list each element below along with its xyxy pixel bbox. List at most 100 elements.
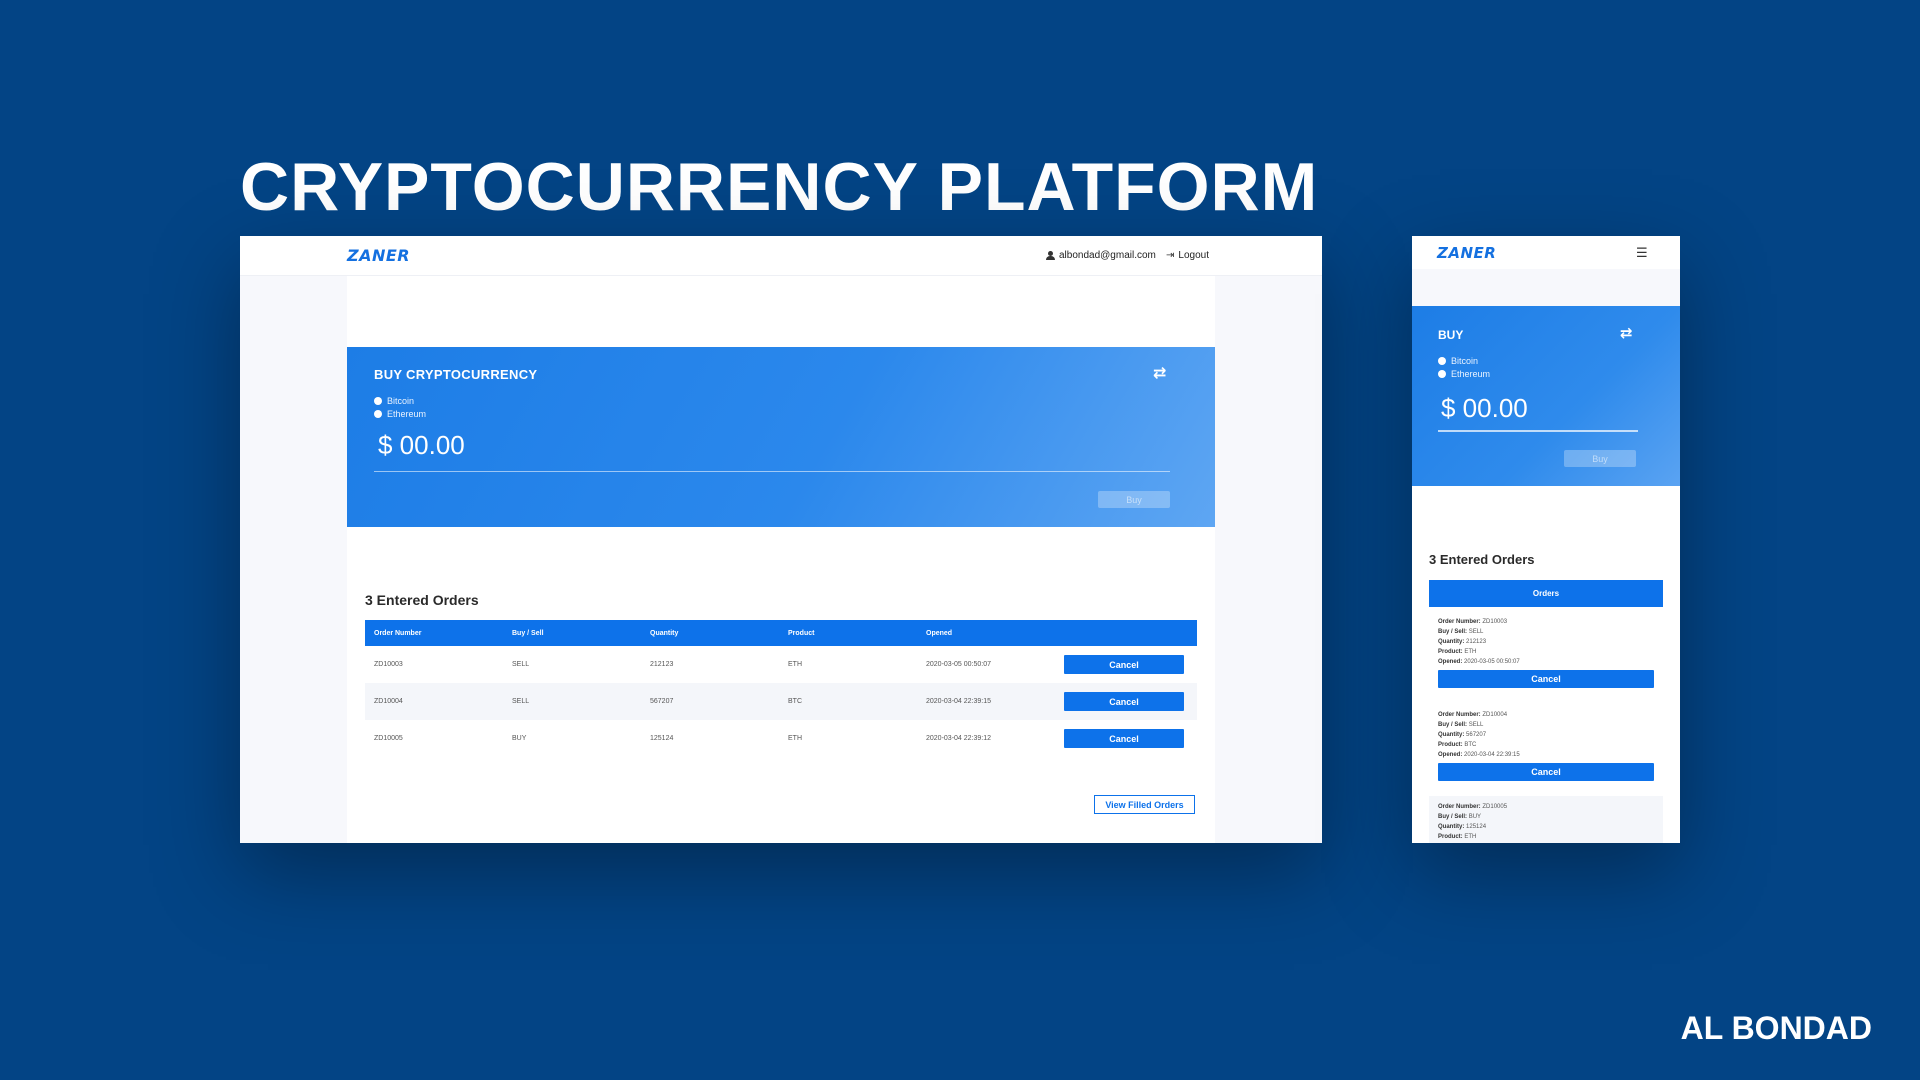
radio-label: Ethereum: [387, 409, 427, 419]
radio-circle-icon: [374, 397, 382, 405]
radio-circle-icon: [1438, 370, 1446, 378]
radio-label: Bitcoin: [387, 396, 415, 406]
order-card: Order Number: ZD10004 Buy / Sell: SELL Q…: [1429, 704, 1663, 796]
desktop-mockup: ZANER albondad@gmail.com ⇥ Logout BUY CR…: [240, 236, 1322, 843]
cancel-order-button[interactable]: Cancel: [1064, 692, 1184, 711]
cancel-order-button[interactable]: Cancel: [1064, 655, 1184, 674]
amount-underline: [374, 471, 1170, 472]
radio-circle-icon: [374, 410, 382, 418]
buy-panel-title: BUY CRYPTOCURRENCY: [374, 367, 538, 382]
buy-panel-title: BUY: [1438, 328, 1464, 342]
swap-arrows-icon[interactable]: ⇄: [1153, 363, 1166, 383]
order-product: ETH: [788, 661, 802, 668]
user-account[interactable]: albondad@gmail.com: [1046, 250, 1156, 261]
radio-label: Bitcoin: [1451, 356, 1479, 366]
orders-table: Order Number Buy / Sell Quantity Product…: [365, 620, 1197, 757]
mobile-mockup: ZANER ☰ BUY ⇄ Bitcoin Ethereum $ 00.00 B…: [1412, 236, 1680, 843]
column-header: Order Number: [374, 629, 422, 637]
order-opened: 2020-03-04 22:39:15: [926, 698, 991, 705]
field-label: Product:: [1438, 834, 1463, 840]
field-label: Buy / Sell:: [1438, 629, 1468, 635]
order-quantity: 212123: [650, 661, 674, 668]
order-side: BUY: [1468, 814, 1482, 820]
amount-input[interactable]: $ 00.00: [1441, 393, 1528, 424]
table-row: ZD10005 BUY 125124 ETH 2020-03-04 22:39:…: [365, 720, 1197, 757]
radio-ethereum[interactable]: Ethereum: [1438, 369, 1490, 379]
logout-icon: ⇥: [1166, 250, 1175, 261]
column-header: Product: [788, 629, 815, 637]
field-label: Buy / Sell:: [1438, 722, 1468, 728]
field-label: Quantity:: [1438, 639, 1465, 645]
order-number: ZD10005: [374, 735, 403, 742]
order-opened: 2020-03-04 22:39:15: [1464, 752, 1520, 758]
order-opened: 2020-03-05 00:50:07: [1464, 659, 1520, 665]
order-number: ZD10003: [1482, 619, 1508, 625]
order-side: SELL: [1468, 722, 1484, 728]
cancel-order-button[interactable]: Cancel: [1438, 670, 1654, 688]
orders-heading: 3 Entered Orders: [1429, 552, 1535, 567]
swap-arrows-icon[interactable]: ⇄: [1620, 324, 1633, 342]
orders-heading: 3 Entered Orders: [365, 592, 479, 608]
logout-link[interactable]: ⇥ Logout: [1166, 250, 1209, 261]
logout-label: Logout: [1178, 250, 1209, 261]
column-header: Buy / Sell: [512, 629, 544, 637]
radio-bitcoin[interactable]: Bitcoin: [374, 396, 414, 406]
order-number: ZD10005: [1482, 804, 1508, 810]
order-quantity: 567207: [650, 698, 674, 705]
order-opened: 2020-03-04 22:39:12: [926, 735, 991, 742]
field-label: Opened:: [1438, 659, 1463, 665]
field-label: Order Number:: [1438, 712, 1481, 718]
user-email: albondad@gmail.com: [1059, 250, 1156, 261]
order-side: SELL: [1468, 629, 1484, 635]
field-label: Quantity:: [1438, 732, 1465, 738]
mobile-navbar: ZANER ☰: [1412, 236, 1680, 269]
order-product: ETH: [1464, 834, 1477, 840]
radio-circle-icon: [1438, 357, 1446, 365]
field-label: Order Number:: [1438, 804, 1481, 810]
field-label: Order Number:: [1438, 619, 1481, 625]
buy-crypto-panel: BUY ⇄ Bitcoin Ethereum $ 00.00 Buy: [1412, 306, 1680, 486]
author-credit: AL BONDAD: [1680, 1010, 1872, 1046]
amount-underline: [1438, 430, 1638, 432]
user-icon: [1046, 251, 1055, 260]
field-label: Opened:: [1438, 752, 1463, 758]
order-side: SELL: [512, 698, 530, 705]
order-number: ZD10004: [374, 698, 403, 705]
hero-title: CRYPTOCURRENCY PLATFORM: [240, 149, 1319, 225]
radio-label: Ethereum: [1451, 369, 1491, 379]
cancel-order-button[interactable]: Cancel: [1438, 763, 1654, 781]
order-product: BTC: [788, 698, 802, 705]
buy-button[interactable]: Buy: [1564, 450, 1636, 467]
cancel-order-button[interactable]: Cancel: [1064, 729, 1184, 748]
field-label: Product:: [1438, 649, 1463, 655]
table-row: ZD10004 SELL 567207 BTC 2020-03-04 22:39…: [365, 683, 1197, 720]
view-filled-orders-button[interactable]: View Filled Orders: [1094, 795, 1195, 814]
hamburger-icon[interactable]: ☰: [1636, 245, 1648, 261]
field-label: Buy / Sell:: [1438, 814, 1468, 820]
order-quantity: 212123: [1466, 639, 1487, 645]
order-number: ZD10003: [374, 661, 403, 668]
order-number: ZD10004: [1482, 712, 1508, 718]
order-side: BUY: [512, 735, 527, 742]
order-product: BTC: [1464, 742, 1477, 748]
desktop-navbar: ZANER albondad@gmail.com ⇥ Logout: [240, 236, 1322, 276]
order-product: ETH: [1464, 649, 1477, 655]
order-side: SELL: [512, 661, 530, 668]
logo[interactable]: ZANER: [347, 246, 410, 265]
order-opened: 2020-03-05 00:50:07: [926, 661, 991, 668]
radio-bitcoin[interactable]: Bitcoin: [1438, 356, 1478, 366]
field-label: Product:: [1438, 742, 1463, 748]
column-header: Opened: [926, 629, 953, 637]
order-product: ETH: [788, 735, 802, 742]
column-header: Quantity: [650, 629, 679, 637]
order-card: Order Number: ZD10005 Buy / Sell: BUY Qu…: [1429, 796, 1663, 843]
field-label: Quantity:: [1438, 824, 1465, 830]
amount-input[interactable]: $ 00.00: [378, 430, 465, 461]
orders-header-bar: Orders: [1429, 580, 1663, 607]
radio-ethereum[interactable]: Ethereum: [374, 409, 426, 419]
order-quantity: 567207: [1466, 732, 1487, 738]
buy-button[interactable]: Buy: [1098, 491, 1170, 508]
logo[interactable]: ZANER: [1437, 244, 1496, 262]
buy-crypto-panel: BUY CRYPTOCURRENCY ⇄ Bitcoin Ethereum $ …: [347, 347, 1215, 527]
table-header: Order Number Buy / Sell Quantity Product…: [365, 620, 1197, 646]
